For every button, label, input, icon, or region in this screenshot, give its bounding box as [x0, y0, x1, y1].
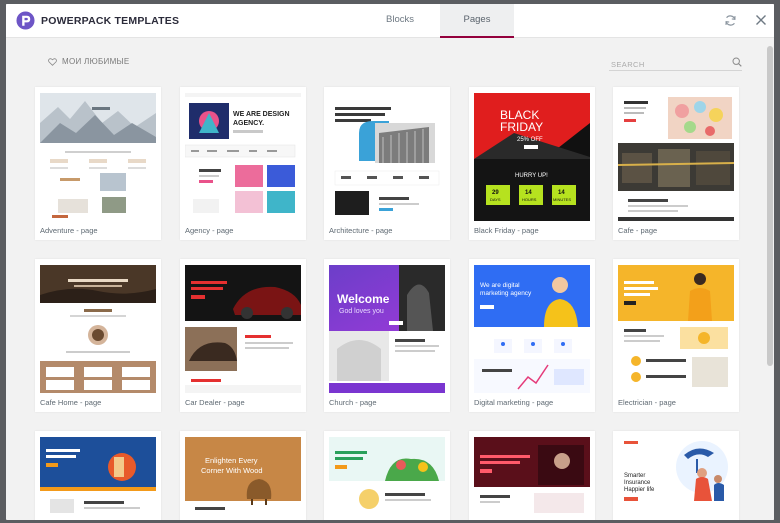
template-card[interactable] [324, 431, 450, 520]
template-card[interactable] [469, 431, 595, 520]
template-name: Digital marketing - page [474, 398, 554, 407]
svg-text:HOURS: HOURS [522, 197, 537, 202]
template-card-adventure[interactable]: Adventure - page [35, 87, 161, 240]
wood-headline-1: Enlighten Every [205, 456, 258, 465]
template-thumbnail: Enlighten Every Corner With Wood [185, 437, 301, 517]
svg-text:14: 14 [525, 190, 532, 196]
template-name: Cafe - page [618, 226, 658, 235]
modal-header: POWERPACK TEMPLATES Blocks Pages [6, 4, 774, 38]
tab-blocks[interactable]: Blocks [365, 4, 435, 38]
digital-headline-1: We are digital [480, 282, 520, 289]
digital-headline-2: marketing agency [480, 290, 532, 297]
church-subhead: God loves you [339, 308, 384, 315]
template-card-architecture[interactable]: Architecture - page [324, 87, 450, 240]
template-thumbnail: We are digital marketing agency [474, 265, 590, 393]
black-friday-cta: HURRY UP! [515, 173, 548, 179]
template-name: Car Dealer - page [185, 398, 245, 407]
agency-headline-line-1: WE ARE DESIGN [233, 111, 290, 118]
search-input[interactable] [609, 56, 721, 73]
close-icon[interactable] [754, 13, 768, 27]
favorites-filter[interactable]: МОИ ЛЮБИМЫЕ [48, 57, 130, 66]
templates-modal: POWERPACK TEMPLATES Blocks Pages МОИ ЛЮБ… [6, 4, 774, 520]
heart-icon [48, 57, 57, 66]
template-name: Agency - page [185, 226, 234, 235]
template-thumbnail [474, 437, 590, 517]
template-card-church[interactable]: Welcome God loves you Church - page [324, 259, 450, 412]
insurance-headline-1: Smarter [624, 473, 645, 479]
scrollbar-thumb[interactable] [767, 46, 773, 366]
template-card-black-friday[interactable]: BLACK FRIDAY 25% OFF HURRY UP! 29 14 14 … [469, 87, 595, 240]
template-card-agency[interactable]: WE ARE DESIGN AGENCY. Agency - page [180, 87, 306, 240]
template-card-cafe-home[interactable]: Cafe Home - page [35, 259, 161, 412]
svg-text:DAYS: DAYS [490, 197, 501, 202]
template-thumbnail: BLACK FRIDAY 25% OFF HURRY UP! 29 14 14 … [474, 93, 590, 221]
insurance-headline-2: Insurance [624, 480, 651, 486]
refresh-icon[interactable] [724, 14, 737, 27]
template-card-digital-marketing[interactable]: We are digital marketing agency Digital … [469, 259, 595, 412]
powerpack-logo-icon [16, 11, 35, 30]
search-icon[interactable] [732, 57, 742, 67]
template-thumbnail [40, 93, 156, 221]
search-box [609, 54, 742, 73]
church-headline: Welcome [337, 292, 390, 306]
template-thumbnail [329, 437, 445, 517]
template-name: Cafe Home - page [40, 398, 102, 407]
template-card-electrician[interactable]: Electrician - page [613, 259, 739, 412]
template-thumbnail [618, 265, 734, 393]
template-thumbnail: Welcome God loves you [329, 265, 445, 393]
template-name: Architecture - page [329, 226, 393, 235]
template-thumbnail [40, 265, 156, 393]
black-friday-subhead: 25% OFF [517, 137, 543, 143]
template-card-cafe[interactable]: Cafe - page [613, 87, 739, 240]
scrollbar[interactable] [766, 40, 774, 520]
template-name: Electrician - page [618, 398, 676, 407]
template-thumbnail: WE ARE DESIGN AGENCY. [185, 93, 301, 221]
svg-text:29: 29 [492, 190, 499, 196]
brand-title: POWERPACK TEMPLATES [41, 15, 180, 27]
template-card-car-dealer[interactable]: Car Dealer - page [180, 259, 306, 412]
template-thumbnail [40, 437, 156, 517]
insurance-headline-3: Happier life [624, 487, 655, 493]
template-card-insurance[interactable]: Smarter Insurance Happier life [613, 431, 739, 520]
template-card-wood[interactable]: Enlighten Every Corner With Wood [180, 431, 306, 520]
agency-headline-line-2: AGENCY. [233, 120, 264, 127]
svg-text:14: 14 [558, 190, 565, 196]
black-friday-headline-2: FRIDAY [500, 120, 543, 134]
template-thumbnail: Smarter Insurance Happier life [618, 437, 734, 517]
template-card[interactable] [35, 431, 161, 520]
wood-headline-2: Corner With Wood [201, 466, 263, 475]
svg-text:MINUTES: MINUTES [553, 197, 571, 202]
template-name: Church - page [329, 398, 377, 407]
template-name: Adventure - page [40, 226, 98, 235]
favorites-label: МОИ ЛЮБИМЫЕ [62, 57, 130, 66]
template-name: Black Friday - page [474, 226, 539, 235]
template-thumbnail [618, 93, 734, 221]
template-thumbnail [185, 265, 301, 393]
tab-pages[interactable]: Pages [440, 4, 514, 38]
template-thumbnail [329, 93, 445, 221]
